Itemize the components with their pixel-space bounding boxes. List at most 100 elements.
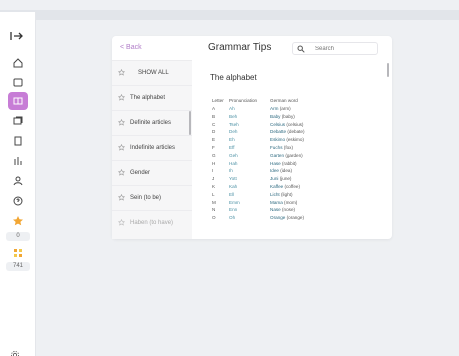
back-link[interactable]: < Back xyxy=(120,44,142,51)
star-outline-icon[interactable] xyxy=(118,219,125,226)
star-outline-icon[interactable] xyxy=(118,119,125,126)
grid-icon xyxy=(14,249,22,257)
word-cell[interactable]: Nase (nose) xyxy=(270,206,295,214)
topic-item-haben[interactable]: Haben (to have) xyxy=(112,211,192,236)
profile-button[interactable] xyxy=(8,172,28,190)
letter-cell: K xyxy=(212,184,216,189)
chat-button[interactable] xyxy=(8,74,28,92)
letter-cell: J xyxy=(212,176,215,182)
letter-cell: C xyxy=(212,121,216,127)
pronunciation-cell[interactable]: Tseh xyxy=(229,121,263,129)
letter-cell: L xyxy=(212,191,215,197)
pronunciation-cell[interactable]: Ih xyxy=(229,167,263,175)
word-cell[interactable]: Idee (idea) xyxy=(270,167,292,175)
pronunciation-cell[interactable]: Deh xyxy=(229,128,263,136)
word-cell[interactable]: Licht (light) xyxy=(270,191,293,199)
star-outline-icon[interactable] xyxy=(118,69,125,76)
pronunciation-cell[interactable]: Ell xyxy=(229,191,263,199)
word-cell[interactable]: Hase (rabbit) xyxy=(270,160,297,168)
column-header: Pronunciation xyxy=(229,98,258,103)
pronunciation-cell[interactable]: Beh xyxy=(229,113,263,121)
topic-item-indefinite-articles[interactable]: Indefinite articles xyxy=(112,136,192,161)
word-cell[interactable]: Debatte (debate) xyxy=(270,128,305,136)
topic-label: The alphabet xyxy=(130,95,166,101)
word-cell[interactable]: Kaffee (coffee) xyxy=(270,183,300,191)
pronunciation-cell[interactable]: Eh xyxy=(229,136,263,144)
grammar-button[interactable] xyxy=(8,92,28,110)
top-strip xyxy=(0,10,459,20)
translation: (baby) xyxy=(281,113,295,119)
word-cell[interactable]: Fuchs (fox) xyxy=(270,144,293,152)
topic-label: SHOW ALL xyxy=(138,70,169,76)
topic-label: Definite articles xyxy=(130,120,172,126)
word-cell[interactable]: Orange (orange) xyxy=(270,214,304,222)
pronunciation-cell[interactable]: Kah xyxy=(229,183,263,191)
star-outline-icon[interactable] xyxy=(118,94,125,101)
word-cell[interactable]: Garten (garden) xyxy=(270,152,303,160)
word-cell[interactable]: Celsius (celsius) xyxy=(270,121,303,129)
app-logo[interactable] xyxy=(9,28,27,40)
home-button[interactable] xyxy=(8,54,28,72)
translation: (garden) xyxy=(285,152,303,158)
page-title: Grammar Tips xyxy=(208,42,272,53)
topic-item-gender[interactable]: Gender xyxy=(112,161,192,186)
letter-cell: H xyxy=(212,160,216,166)
word-cell[interactable]: Mama (mom) xyxy=(270,199,297,207)
german-word: Kaffee xyxy=(270,184,284,189)
translation: (orange) xyxy=(286,215,304,221)
pronunciation-cell[interactable]: Eff xyxy=(229,144,263,152)
translation: (eskimo) xyxy=(286,137,304,143)
pronunciation-cell[interactable]: Geh xyxy=(229,152,263,160)
topic-item-alphabet[interactable]: The alphabet xyxy=(112,86,192,111)
topic-list-scrollbar[interactable] xyxy=(189,111,191,135)
settings-button[interactable] xyxy=(10,347,20,356)
translation: (idea) xyxy=(280,168,292,174)
translation: (june) xyxy=(279,176,292,182)
translation: (fox) xyxy=(283,145,293,150)
pronunciation-cell[interactable]: Yott xyxy=(229,175,263,183)
lessons-button[interactable] xyxy=(8,132,28,150)
pronunciation-cell[interactable]: Emm xyxy=(229,199,263,207)
pronunciation-cell[interactable]: Ah xyxy=(229,105,263,113)
german-word: Mama xyxy=(270,199,283,205)
german-word: Debatte xyxy=(270,129,287,135)
level-value: 0 xyxy=(6,232,30,241)
star-icon xyxy=(13,216,23,226)
column-header: German word xyxy=(270,98,298,103)
word-cell[interactable]: Eskimo (eskimo) xyxy=(270,136,304,144)
topic-label: Indefinite articles xyxy=(130,145,176,151)
content-pane: The alphabet Letter Pronunciation German… xyxy=(200,60,386,239)
word-cell[interactable]: Arm (arm) xyxy=(270,105,291,113)
user-icon xyxy=(13,176,23,186)
translation: (mom) xyxy=(284,199,298,205)
letter-cell: F xyxy=(212,145,215,150)
german-word: Garten xyxy=(270,152,285,158)
topic-item-definite-articles[interactable]: Definite articles xyxy=(112,111,192,136)
question-icon xyxy=(13,196,23,206)
content-scrollbar[interactable] xyxy=(387,63,389,77)
german-word: Baby xyxy=(270,113,281,119)
star-outline-icon[interactable] xyxy=(118,194,125,201)
translation: (light) xyxy=(281,191,293,197)
pronunciation-cell[interactable]: Hah xyxy=(229,160,263,168)
help-button[interactable] xyxy=(8,192,28,210)
letter-cell: B xyxy=(212,113,216,119)
letter-cell: D xyxy=(212,129,216,135)
topic-label: Haben (to have) xyxy=(130,220,174,226)
level-indicator xyxy=(8,212,28,230)
topic-item-show-all[interactable]: SHOW ALL xyxy=(112,61,192,86)
star-outline-icon[interactable] xyxy=(118,144,125,151)
pronunciation-cell[interactable]: Oh xyxy=(229,214,263,222)
german-word: Licht xyxy=(270,191,280,197)
german-word: Nase xyxy=(270,207,281,213)
star-outline-icon[interactable] xyxy=(118,169,125,176)
translation: (arm) xyxy=(279,106,291,111)
word-cell[interactable]: Juni (june) xyxy=(270,175,291,183)
word-cell[interactable]: Baby (baby) xyxy=(270,113,295,121)
book-icon xyxy=(13,97,23,105)
flashcards-button[interactable] xyxy=(8,112,28,130)
topic-item-sein[interactable]: Sein (to be) xyxy=(112,186,192,211)
pronunciation-cell[interactable]: Enn xyxy=(229,206,263,214)
topic-label: Sein (to be) xyxy=(130,195,162,201)
stats-button[interactable] xyxy=(8,152,28,170)
